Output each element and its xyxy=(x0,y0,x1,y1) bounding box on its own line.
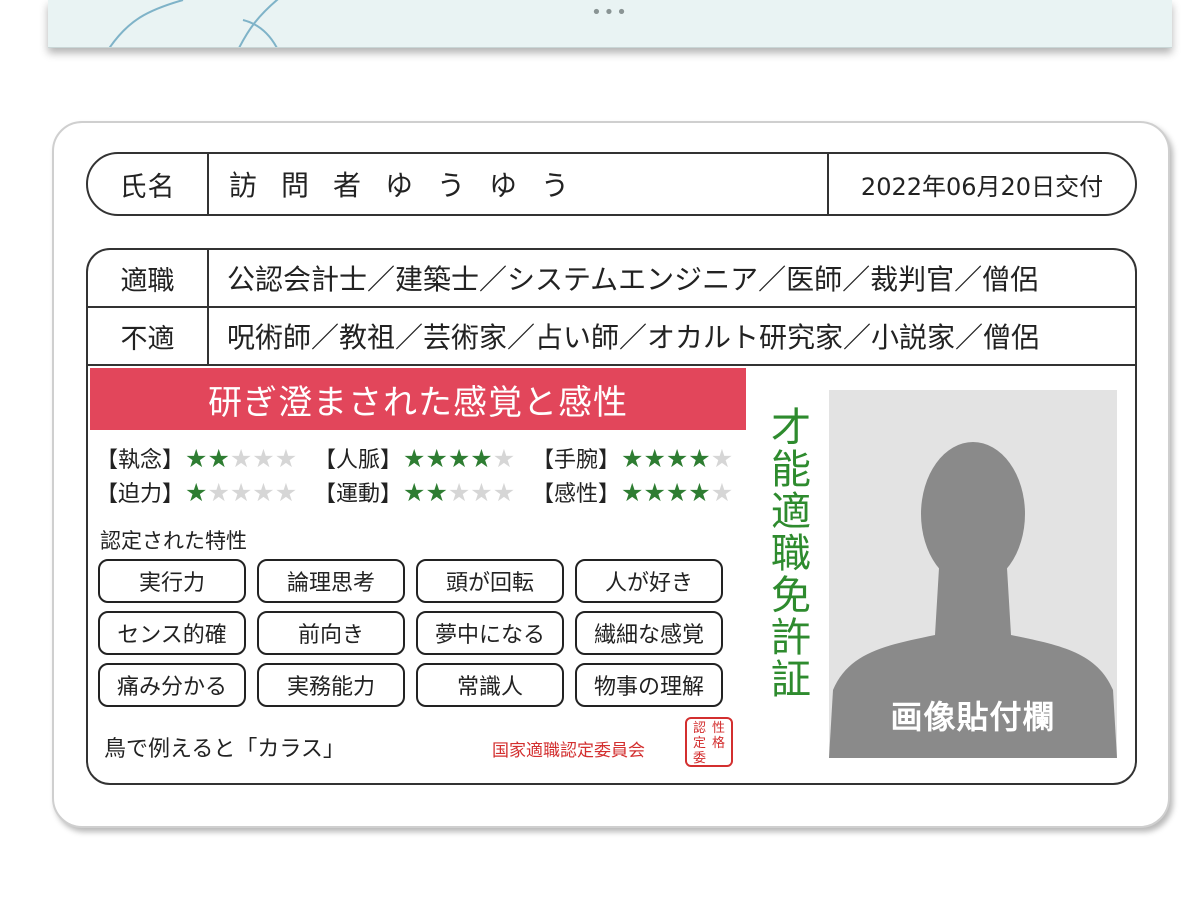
vertical-title: 才能適職免許証 xyxy=(764,406,810,700)
star-icon: ★ xyxy=(665,477,689,507)
seal-char: 定 xyxy=(692,736,706,751)
stat-item: 【迫力】 ★ ★ ★ ★ ★ xyxy=(96,476,314,508)
stat-label: 【迫力】 xyxy=(96,482,185,507)
star-icon: ★ xyxy=(207,477,230,507)
star-icon: ★ xyxy=(643,477,666,507)
seal-char: 性 xyxy=(711,721,725,736)
main-info-box: 適職 公認会計士／建築士／システムエンジニア／医師／裁判官／僧侶 不適 呪術師／… xyxy=(86,248,1137,785)
suitable-jobs-row: 適職 公認会計士／建築士／システムエンジニア／医師／裁判官／僧侶 xyxy=(88,250,1135,308)
traits-grid: 実行力 論理思考 頭が回転 人が好きセンス的確 前向き 夢中になる 繊細な感覚痛み分かる 実務… xyxy=(98,559,730,707)
star-icon: ★ xyxy=(403,443,426,473)
stat-label: 【執念】 xyxy=(96,448,185,473)
star-icon: ★ xyxy=(621,477,644,507)
trait-badge: 実務能力 xyxy=(257,663,405,707)
star-icon: ★ xyxy=(665,443,689,473)
more-dots-icon[interactable]: ••• xyxy=(48,4,1172,22)
stat-item: 【人脈】 ★ ★ ★ ★ ★ xyxy=(314,442,532,474)
seal-char: 格 xyxy=(711,736,725,751)
stat-item: 【手腕】 ★ ★ ★ ★ ★ xyxy=(532,442,750,474)
trait-badge: 夢中になる xyxy=(416,611,564,655)
star-icon: ★ xyxy=(470,477,493,507)
seal-char: 認 xyxy=(692,721,706,736)
stat-label: 【人脈】 xyxy=(314,448,403,473)
star-icon: ★ xyxy=(207,443,230,473)
star-icon: ★ xyxy=(229,477,253,507)
unsuitable-label: 不適 xyxy=(88,308,209,364)
star-icon: ★ xyxy=(710,477,734,507)
name-row: 氏名 訪問者ゆうゆう 2022年06月20日交付 xyxy=(86,152,1137,216)
suitable-label: 適職 xyxy=(88,250,209,306)
name-value: 訪問者ゆうゆう xyxy=(209,154,829,214)
star-rating: ★ ★ ★ ★ ★ xyxy=(403,480,515,505)
star-icon: ★ xyxy=(403,477,426,507)
star-rating: ★ ★ ★ ★ ★ xyxy=(185,446,297,471)
star-rating: ★ ★ ★ ★ ★ xyxy=(621,446,733,471)
trait-badge: 前向き xyxy=(257,611,405,655)
stat-label: 【手腕】 xyxy=(532,448,621,473)
photo-placeholder[interactable]: 画像貼付欄 xyxy=(829,390,1117,758)
trait-badge: 物事の理解 xyxy=(575,663,723,707)
bird-comparison: 鳥で例えると「カラス」 xyxy=(104,737,345,762)
seal-char: 委 xyxy=(692,751,706,766)
traits-title: 認定された特性 xyxy=(100,529,247,553)
stat-item: 【運動】 ★ ★ ★ ★ ★ xyxy=(314,476,532,508)
seal-stamp-icon: 認性定格委 xyxy=(685,717,733,767)
star-icon: ★ xyxy=(492,477,516,507)
star-icon: ★ xyxy=(688,443,711,473)
star-icon: ★ xyxy=(252,477,275,507)
star-icon: ★ xyxy=(643,443,666,473)
star-icon: ★ xyxy=(252,443,275,473)
trait-badge: 頭が回転 xyxy=(416,559,564,603)
star-icon: ★ xyxy=(185,477,208,507)
star-icon: ★ xyxy=(229,443,253,473)
unsuitable-jobs-row: 不適 呪術師／教祖／芸術家／占い師／オカルト研究家／小説家／僧侶 xyxy=(88,308,1135,366)
trait-badge: 常識人 xyxy=(416,663,564,707)
trait-badge: 痛み分かる xyxy=(98,663,246,707)
star-icon: ★ xyxy=(274,443,298,473)
star-icon: ★ xyxy=(710,443,734,473)
suitable-jobs: 公認会計士／建築士／システムエンジニア／医師／裁判官／僧侶 xyxy=(227,263,1039,296)
trait-badge: 実行力 xyxy=(98,559,246,603)
star-icon: ★ xyxy=(425,443,448,473)
star-rating: ★ ★ ★ ★ ★ xyxy=(403,446,515,471)
stat-label: 【運動】 xyxy=(314,482,403,507)
committee-name: 国家適職認定委員会 xyxy=(492,741,645,761)
trait-badge: センス的確 xyxy=(98,611,246,655)
headline-banner: 研ぎ澄まされた感覚と感性 xyxy=(90,368,746,430)
star-rating: ★ ★ ★ ★ ★ xyxy=(621,480,733,505)
photo-label: 画像貼付欄 xyxy=(890,698,1056,736)
stats-grid: 【執念】 ★ ★ ★ ★ ★ 【人脈】 ★ ★ ★ ★ ★ 【手腕】 ★ ★ ★ ★ ★ 【迫力】 ★ ★ ★ ★ ★ 【運動】… xyxy=(96,442,756,508)
star-icon: ★ xyxy=(447,443,471,473)
star-icon: ★ xyxy=(447,477,471,507)
stat-item: 【執念】 ★ ★ ★ ★ ★ xyxy=(96,442,314,474)
star-icon: ★ xyxy=(492,443,516,473)
trait-badge: 繊細な感覚 xyxy=(575,611,723,655)
star-icon: ★ xyxy=(688,477,711,507)
seal-char xyxy=(709,751,728,766)
top-banner: ••• xyxy=(48,0,1172,48)
stat-item: 【感性】 ★ ★ ★ ★ ★ xyxy=(532,476,750,508)
star-icon: ★ xyxy=(425,477,448,507)
star-icon: ★ xyxy=(274,477,298,507)
star-icon: ★ xyxy=(621,443,644,473)
issue-date: 2022年06月20日交付 xyxy=(860,172,1104,201)
star-icon: ★ xyxy=(470,443,493,473)
unsuitable-jobs: 呪術師／教祖／芸術家／占い師／オカルト研究家／小説家／僧侶 xyxy=(227,321,1040,354)
star-icon: ★ xyxy=(185,443,208,473)
trait-badge: 論理思考 xyxy=(257,559,405,603)
star-rating: ★ ★ ★ ★ ★ xyxy=(185,480,297,505)
name-label: 氏名 xyxy=(88,154,209,214)
trait-badge: 人が好き xyxy=(575,559,723,603)
stat-label: 【感性】 xyxy=(532,482,621,507)
